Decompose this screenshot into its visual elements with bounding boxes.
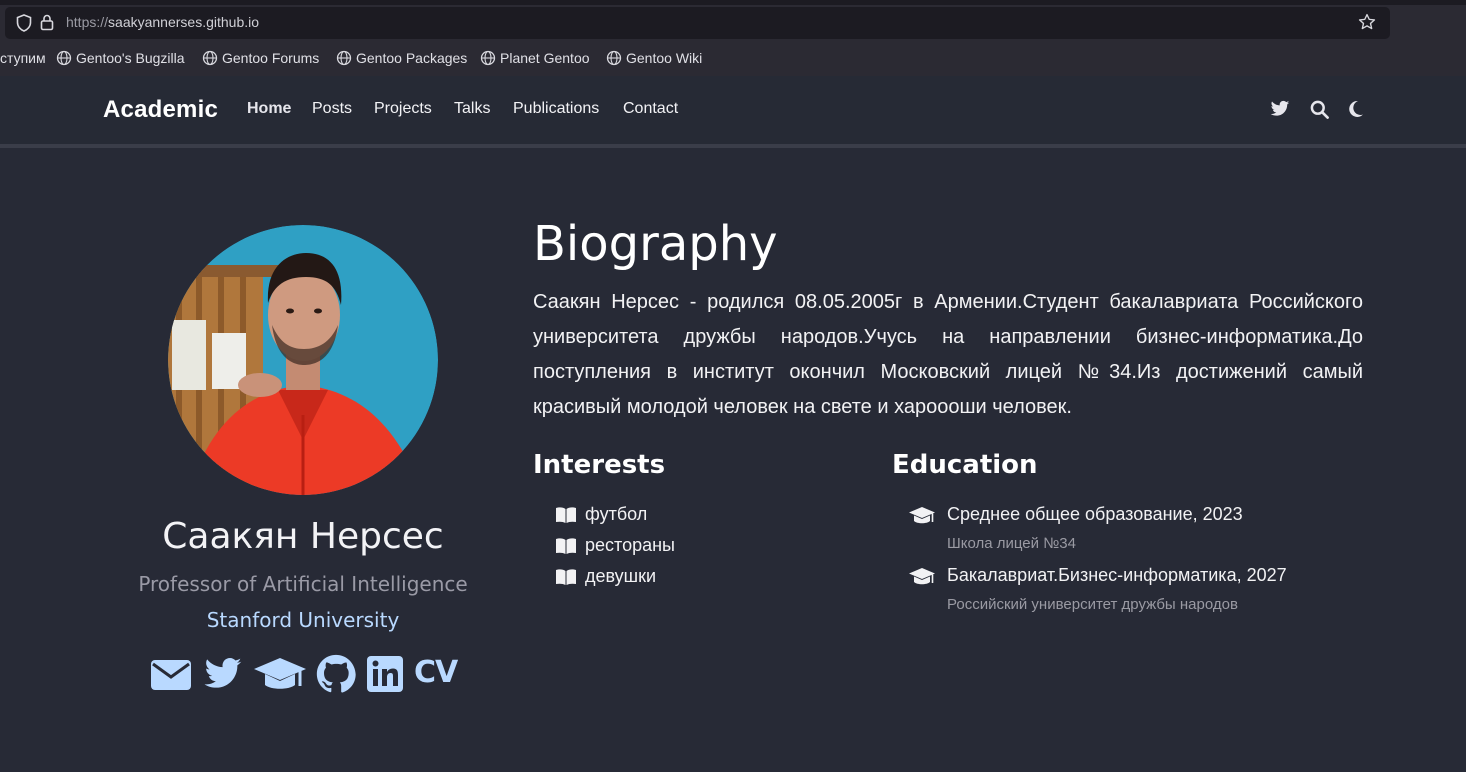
education-title: Education bbox=[892, 450, 1038, 480]
education-course: Среднее общее образование, 2023 bbox=[947, 504, 1243, 524]
bookmark-label: Planet Gentoo bbox=[500, 50, 590, 66]
site-brand[interactable]: Academic bbox=[103, 96, 218, 124]
profile-organization[interactable]: Stanford University bbox=[100, 608, 506, 632]
twitter-icon[interactable] bbox=[1270, 100, 1290, 122]
interest-item: рестораны bbox=[555, 535, 675, 556]
bookmark-item[interactable]: ступим bbox=[0, 50, 46, 66]
book-icon bbox=[556, 568, 576, 585]
book-icon bbox=[556, 537, 576, 554]
nav-link-projects[interactable]: Projects bbox=[374, 100, 432, 118]
tab-strip-edge bbox=[0, 0, 1466, 5]
interests-title: Interests bbox=[533, 450, 666, 480]
globe-icon bbox=[606, 50, 622, 66]
bookmark-label: ступим bbox=[0, 50, 46, 66]
bookmark-label: Gentoo Wiki bbox=[626, 50, 703, 66]
github-icon[interactable] bbox=[316, 654, 356, 698]
bookmark-item[interactable]: Gentoo's Bugzilla bbox=[56, 50, 185, 66]
search-icon[interactable] bbox=[1310, 100, 1329, 123]
url-host: saakyannerses.github.io bbox=[108, 14, 260, 30]
moon-icon[interactable] bbox=[1348, 100, 1364, 122]
bookmark-star-icon[interactable] bbox=[1358, 13, 1376, 35]
interest-label: девушки bbox=[585, 566, 657, 586]
globe-icon bbox=[336, 50, 352, 66]
biography-text: Саакян Нерсес - родился 08.05.2005г в Ар… bbox=[533, 291, 1363, 418]
bookmark-label: Gentoo Forums bbox=[222, 50, 320, 66]
nav-link-contact[interactable]: Contact bbox=[623, 100, 678, 118]
bookmark-item[interactable]: Gentoo Forums bbox=[202, 50, 319, 66]
bookmarks-toolbar: ступим Gentoo's Bugzilla Gentoo Forums G… bbox=[0, 46, 1466, 72]
shield-icon[interactable] bbox=[16, 14, 32, 36]
interest-item: футбол bbox=[555, 504, 647, 525]
browser-chrome: https://saakyannerses.github.io ступим G… bbox=[0, 0, 1466, 76]
lock-icon[interactable] bbox=[40, 13, 54, 35]
education-institution: Российский университет дружбы народов bbox=[947, 596, 1238, 613]
linkedin-icon[interactable] bbox=[366, 654, 404, 698]
bookmark-label: Gentoo Packages bbox=[356, 50, 468, 66]
interest-item: девушки bbox=[555, 566, 656, 587]
nav-link-publications[interactable]: Publications bbox=[513, 100, 599, 118]
graduation-cap-icon bbox=[908, 506, 936, 530]
education-institution: Школа лицей №34 bbox=[947, 535, 1076, 552]
bookmark-item[interactable]: Planet Gentoo bbox=[480, 50, 590, 66]
globe-icon bbox=[56, 50, 72, 66]
nav-link-talks[interactable]: Talks bbox=[454, 100, 490, 118]
globe-icon bbox=[202, 50, 218, 66]
biography-title: Biography bbox=[533, 216, 778, 272]
cv-link[interactable]: CV bbox=[414, 655, 458, 690]
nav-link-posts[interactable]: Posts bbox=[312, 100, 352, 118]
globe-icon bbox=[480, 50, 496, 66]
book-icon bbox=[556, 506, 576, 523]
education-course: Бакалавриат.Бизнес-информатика, 2027 bbox=[947, 565, 1287, 585]
profile-avatar bbox=[168, 225, 438, 495]
twitter-icon[interactable] bbox=[203, 654, 243, 698]
profile-role: Professor of Artificial Intelligence bbox=[138, 572, 468, 596]
site-navbar: Academic Home Posts Projects Talks Publi… bbox=[0, 76, 1466, 148]
graduation-cap-icon bbox=[908, 567, 936, 591]
graduation-cap-icon[interactable] bbox=[253, 654, 307, 698]
interest-label: футбол bbox=[585, 504, 648, 524]
address-bar[interactable]: https://saakyannerses.github.io bbox=[5, 7, 1390, 39]
nav-link-home[interactable]: Home bbox=[247, 100, 291, 118]
url-text[interactable]: https://saakyannerses.github.io bbox=[66, 14, 259, 30]
bookmark-item[interactable]: Gentoo Wiki bbox=[606, 50, 702, 66]
interest-label: рестораны bbox=[585, 535, 675, 555]
profile-name: Саакян Нерсес bbox=[162, 516, 444, 557]
email-icon[interactable] bbox=[150, 654, 192, 698]
bookmark-item[interactable]: Gentoo Packages bbox=[336, 50, 467, 66]
url-scheme: https:// bbox=[66, 14, 109, 30]
bookmark-label: Gentoo's Bugzilla bbox=[76, 50, 185, 66]
